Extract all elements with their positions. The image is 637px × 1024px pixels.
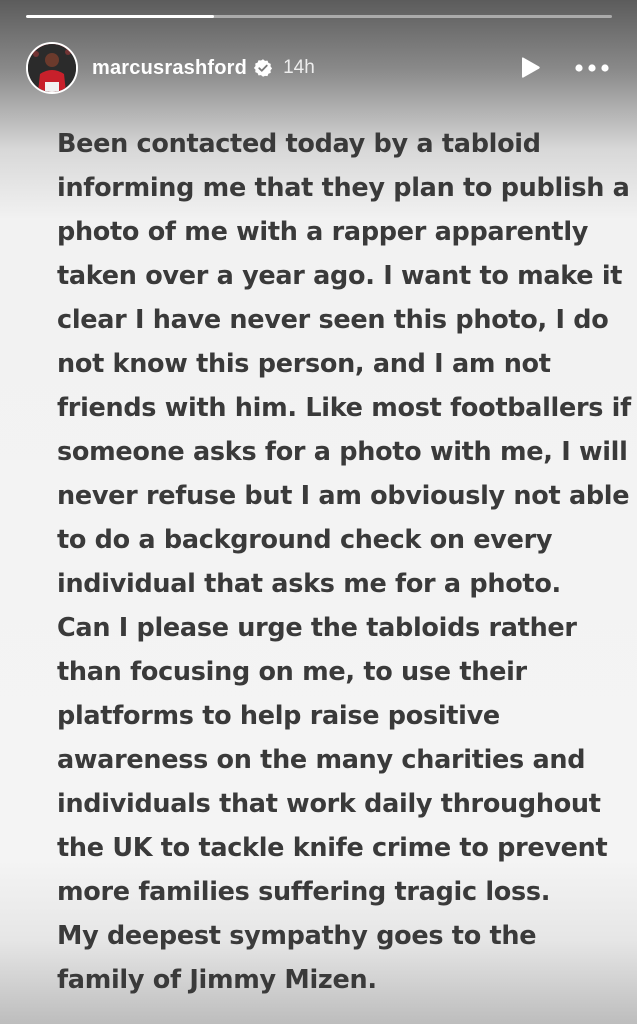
story-progress-fill (26, 15, 214, 18)
avatar[interactable] (26, 42, 78, 94)
story-text-line: My deepest sympathy goes to the (57, 921, 537, 951)
username[interactable]: marcusrashford (92, 57, 247, 80)
story-text-line: platforms to help raise positive (57, 701, 500, 731)
verified-badge-icon (253, 58, 273, 78)
story-text: Been contacted today by a tabloid informi… (57, 122, 631, 1002)
avatar-photo (28, 44, 76, 92)
play-button[interactable] (516, 54, 544, 82)
story-text-line: taken over a year ago. I want to make it (57, 261, 623, 291)
story-text-line: to do a background check on every (57, 525, 553, 555)
story-text-line: individuals that work daily throughout (57, 789, 601, 819)
story-text-line: more families suffering tragic loss. (57, 877, 551, 907)
story-progress-bar (26, 15, 612, 18)
play-icon (522, 57, 540, 78)
story-text-line: not know this person, and I am not (57, 349, 551, 379)
story-text-line: photo of me with a rapper apparently (57, 217, 589, 247)
story-text-line: family of Jimmy Mizen. (57, 965, 377, 995)
story-text-line: never refuse but I am obviously not able (57, 481, 630, 511)
more-options-icon (575, 64, 609, 72)
story-text-line: the UK to tackle knife crime to prevent (57, 833, 608, 863)
story-text-line: Can I please urge the tabloids rather (57, 613, 577, 643)
story-text-line: Been contacted today by a tabloid (57, 129, 541, 159)
story-header: marcusrashford 14h (26, 40, 612, 96)
story-text-line: individual that asks me for a photo. (57, 569, 561, 599)
timestamp: 14h (283, 57, 315, 78)
more-options-button[interactable] (572, 54, 612, 82)
story-text-line: clear I have never seen this photo, I do (57, 305, 609, 335)
story-text-line: someone asks for a photo with me, I will (57, 437, 628, 467)
story-text-line: informing me that they plan to publish a (57, 173, 630, 203)
story-text-line: friends with him. Like most footballers … (57, 393, 631, 423)
story-text-line: awareness on the many charities and (57, 745, 586, 775)
story-text-line: than focusing on me, to use their (57, 657, 527, 687)
